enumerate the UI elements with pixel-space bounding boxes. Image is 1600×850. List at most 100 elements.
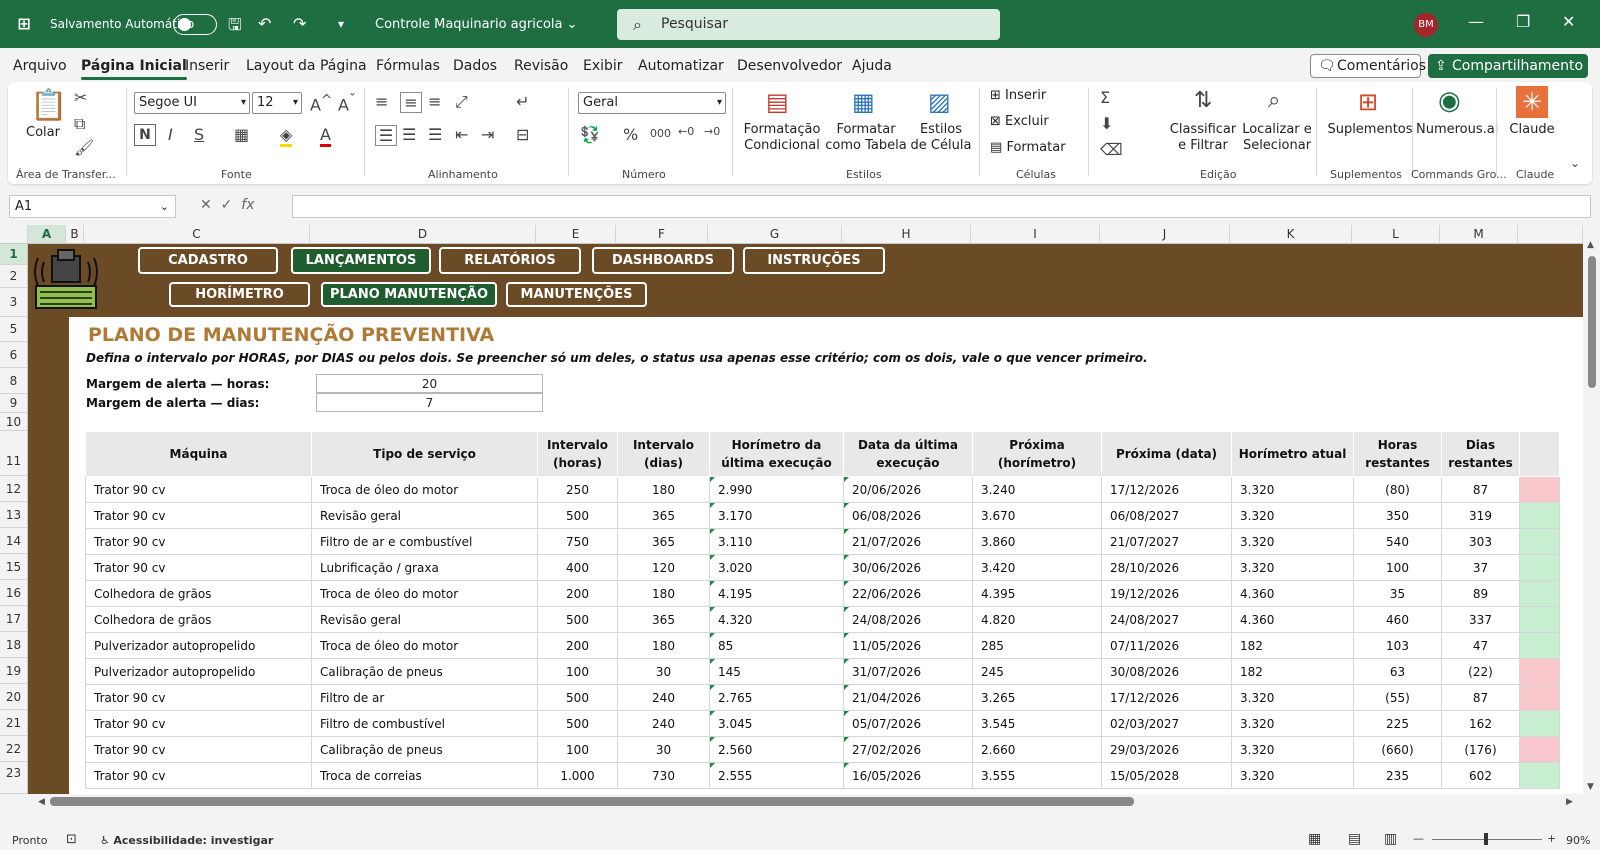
zoom-level[interactable]: 90% (1566, 834, 1590, 847)
clear-icon[interactable]: ⌫ (1100, 140, 1123, 159)
autosave-toggle[interactable] (173, 14, 217, 35)
cell-tipo-servico[interactable]: Troca de correias (311, 762, 538, 789)
row-header[interactable]: 22 (0, 736, 28, 762)
document-title[interactable]: Controle Maquinario agricola ⌄ (375, 17, 578, 32)
tab-arquivo[interactable]: Arquivo (13, 58, 67, 74)
tab-ajuda[interactable]: Ajuda (852, 58, 892, 74)
cell-dias-restantes[interactable]: (176) (1441, 736, 1520, 763)
status-cell[interactable] (1519, 684, 1560, 711)
col-header-k[interactable]: K (1230, 225, 1352, 244)
row-header[interactable]: 11 (0, 431, 28, 476)
cell-styles-button[interactable]: Estilos de Célula (910, 122, 972, 154)
nav-lancamentos-button[interactable]: LANÇAMENTOS (291, 247, 431, 274)
numerous-button[interactable]: Numerous.ai (1416, 122, 1498, 138)
col-header-m[interactable]: M (1440, 225, 1518, 244)
col-header-i[interactable]: I (971, 225, 1100, 244)
row-header[interactable]: 14 (0, 528, 28, 554)
cell-horimetro-atual[interactable]: 3.320 (1231, 554, 1354, 581)
cell-proxima-horimetro[interactable]: 285 (972, 632, 1102, 659)
percent-icon[interactable]: % (623, 125, 638, 144)
cell-horas-restantes[interactable]: (55) (1353, 684, 1442, 711)
sort-filter-icon[interactable]: ⇅ (1194, 88, 1212, 113)
claude-icon[interactable]: ✳ (1516, 86, 1548, 118)
share-button[interactable]: ⇪ Compartilhamento (1428, 54, 1588, 78)
cell-data-ultima[interactable]: 27/02/2026 (843, 736, 973, 763)
cell-intervalo-dias[interactable]: 180 (617, 580, 710, 607)
nav-plano-manutencao-button[interactable]: PLANO MANUTENÇÃO (321, 282, 497, 307)
cell-dias-restantes[interactable]: 89 (1441, 580, 1520, 607)
comma-style-icon[interactable]: 000 (650, 127, 671, 140)
cell-intervalo-horas[interactable]: 500 (537, 606, 618, 633)
cell-tipo-servico[interactable]: Filtro de ar (311, 684, 538, 711)
cell-horas-restantes[interactable]: 63 (1353, 658, 1442, 685)
increase-font-icon[interactable]: A^ (310, 93, 332, 114)
row-header[interactable]: 13 (0, 502, 28, 528)
status-cell[interactable] (1519, 710, 1560, 737)
cell-dias-restantes[interactable]: 87 (1441, 684, 1520, 711)
cancel-icon[interactable]: ✕ (200, 197, 212, 213)
borders-icon[interactable]: ▦ (234, 125, 249, 144)
cell-horimetro-ultima[interactable]: 4.195 (709, 580, 844, 607)
horizontal-scroll-thumb[interactable] (50, 797, 1134, 806)
cell-horimetro-ultima[interactable]: 2.560 (709, 736, 844, 763)
status-cell[interactable] (1519, 606, 1560, 633)
status-cell[interactable] (1519, 554, 1560, 581)
tab-pagina-inicial[interactable]: Página Inicial (81, 58, 187, 80)
copy-icon[interactable]: ⧉ (74, 114, 85, 134)
cell-horimetro-ultima[interactable]: 4.320 (709, 606, 844, 633)
cell-data-ultima[interactable]: 24/08/2026 (843, 606, 973, 633)
paste-icon[interactable]: 📋 (30, 88, 67, 123)
cell-proxima-data[interactable]: 07/11/2026 (1101, 632, 1232, 659)
align-center-icon[interactable]: ☰ (402, 125, 416, 144)
row-header[interactable]: 16 (0, 580, 28, 606)
cell-horimetro-ultima[interactable]: 85 (709, 632, 844, 659)
zoom-slider-handle[interactable] (1484, 833, 1488, 845)
cell-dias-restantes[interactable]: 602 (1441, 762, 1520, 789)
italic-icon[interactable]: I (168, 125, 173, 144)
cell-proxima-horimetro[interactable]: 4.395 (972, 580, 1102, 607)
cell-horas-restantes[interactable]: 103 (1353, 632, 1442, 659)
cell-intervalo-horas[interactable]: 200 (537, 632, 618, 659)
insert-cells-button[interactable]: ⊞ Inserir (990, 88, 1046, 103)
cell-maquina[interactable]: Colhedora de grãos (85, 580, 312, 607)
cell-horimetro-atual[interactable]: 3.320 (1231, 684, 1354, 711)
fx-icon[interactable]: fx (241, 197, 254, 213)
select-all-corner[interactable] (0, 225, 28, 244)
cell-dias-restantes[interactable]: 303 (1441, 528, 1520, 555)
row-header[interactable]: 18 (0, 632, 28, 658)
cell-intervalo-horas[interactable]: 750 (537, 528, 618, 555)
cell-intervalo-dias[interactable]: 30 (617, 736, 710, 763)
cell-maquina[interactable]: Trator 90 cv (85, 684, 312, 711)
cell-tipo-servico[interactable]: Filtro de ar e combustível (311, 528, 538, 555)
name-box[interactable]: A1 ⌄ (9, 195, 176, 218)
bold-icon[interactable]: N (134, 124, 156, 146)
orientation-icon[interactable]: ⤢ (455, 92, 468, 112)
wrap-text-icon[interactable]: ↵ (516, 92, 529, 111)
cut-icon[interactable]: ✂ (74, 88, 87, 107)
cell-proxima-horimetro[interactable]: 3.265 (972, 684, 1102, 711)
addins-icon[interactable]: ⊞ (1358, 88, 1378, 116)
header-dias-restantes[interactable]: Dias restantes (1441, 431, 1520, 477)
align-right-icon[interactable]: ☰ (428, 125, 442, 144)
cell-intervalo-horas[interactable]: 1.000 (537, 762, 618, 789)
cell-proxima-data[interactable]: 29/03/2026 (1101, 736, 1232, 763)
cell-horas-restantes[interactable]: 540 (1353, 528, 1442, 555)
cell-horas-restantes[interactable]: 460 (1353, 606, 1442, 633)
tab-exibir[interactable]: Exibir (583, 58, 623, 74)
cell-intervalo-dias[interactable]: 30 (617, 658, 710, 685)
cell-proxima-data[interactable]: 17/12/2026 (1101, 476, 1232, 503)
cell-intervalo-horas[interactable]: 200 (537, 580, 618, 607)
cell-proxima-horimetro[interactable]: 3.240 (972, 476, 1102, 503)
merge-center-icon[interactable]: ⊟ (516, 125, 529, 144)
cell-maquina[interactable]: Trator 90 cv (85, 554, 312, 581)
scroll-right-icon[interactable]: ▶ (1566, 797, 1573, 807)
cell-data-ultima[interactable]: 21/07/2026 (843, 528, 973, 555)
header-maquina[interactable]: Máquina (85, 431, 312, 477)
nav-cadastro-button[interactable]: CADASTRO (138, 247, 278, 274)
cell-maquina[interactable]: Trator 90 cv (85, 736, 312, 763)
redo-icon[interactable]: ↷ (293, 14, 306, 33)
cell-horimetro-atual[interactable]: 182 (1231, 632, 1354, 659)
header-horimetro-ultima[interactable]: Horímetro da última execução (709, 431, 844, 477)
cell-intervalo-dias[interactable]: 365 (617, 528, 710, 555)
cell-intervalo-horas[interactable]: 100 (537, 736, 618, 763)
